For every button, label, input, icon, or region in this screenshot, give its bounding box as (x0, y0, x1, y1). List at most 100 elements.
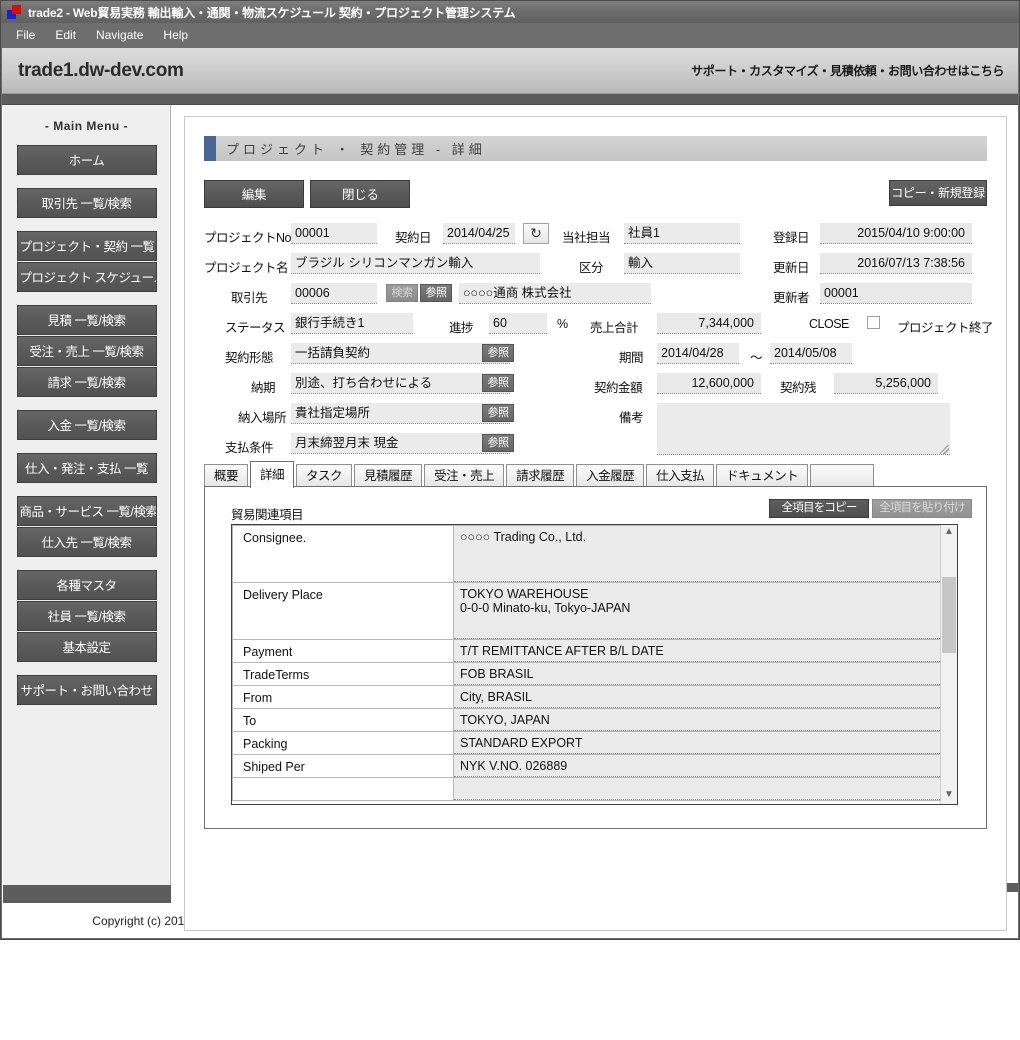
contract-date-label: 契約日 (395, 231, 432, 245)
tab-detail[interactable]: 詳細 (250, 461, 295, 488)
sidebar-item-basic-settings[interactable]: 基本設定 (16, 632, 157, 662)
period-label: 期間 (619, 351, 644, 365)
remarks-field[interactable] (657, 403, 950, 455)
table-row (232, 777, 941, 801)
period-to-field[interactable]: 2014/05/08 (770, 343, 852, 364)
registered-date-value: 2015/04/10 9:00:00 (820, 223, 972, 244)
delivery-place-field[interactable]: 貴社指定場所 (291, 403, 510, 424)
close-checkbox[interactable] (867, 316, 880, 329)
menu-file[interactable]: File (7, 25, 44, 45)
tab-quote-history[interactable]: 見積履歴 (354, 464, 423, 487)
sidebar-item-project-contract-list[interactable]: プロジェクト・契約 一覧 (16, 231, 157, 261)
row-key: Packing (232, 731, 454, 755)
copy-new-button[interactable]: コピー・新規登録 (889, 180, 987, 206)
client-reference-button[interactable]: 参照 (420, 284, 452, 302)
sidebar-title: - Main Menu - (44, 119, 129, 133)
delivery-place-reference-button[interactable]: 参照 (482, 404, 514, 422)
tab-order-sales[interactable]: 受注・売上 (424, 464, 505, 487)
sidebar-item-purchase-payment[interactable]: 仕入・発注・支払 一覧 (16, 453, 157, 483)
chevron-down-icon[interactable]: ▼ (941, 788, 957, 804)
period-from-field[interactable]: 2014/04/28 (657, 343, 739, 364)
updater-value: 00001 (820, 283, 972, 304)
sidebar-item-support[interactable]: サポート・お問い合わせ (16, 675, 157, 705)
row-value[interactable]: ○○○○ Trading Co., Ltd. (454, 526, 940, 582)
delivery-place-label: 納入場所 (238, 411, 287, 425)
status-field[interactable]: 銀行手続き1 (291, 313, 413, 334)
delivery-term-field[interactable]: 別途、打ち合わせによる (291, 373, 510, 394)
detail-form-panel: プロジェクト ・ 契約管理 - 詳細 編集 閉じる コピー・新規登録 プロジェク… (204, 136, 994, 919)
sidebar-group-products: 商品・サービス 一覧/検索 仕入先 一覧/検索 (3, 496, 170, 557)
project-name-field[interactable]: ブラジル シリコンマンガン輸入 (291, 253, 540, 274)
sidebar-group-sales: 見積 一覧/検索 受注・売上 一覧/検索 請求 一覧/検索 (3, 305, 170, 397)
close-button[interactable]: 閉じる (310, 180, 411, 208)
project-no-field[interactable]: 00001 (291, 223, 377, 244)
row-value[interactable]: FOB BRASIL (454, 663, 940, 685)
support-link[interactable]: サポート・カスタマイズ・見積依頼・お問い合わせはこちら (691, 62, 1004, 79)
detail-tab-panel: 貿易関連項目 全項目をコピー 全項目を貼り付け Consignee. ○○○○ … (204, 486, 987, 829)
client-code-field[interactable]: 00006 (291, 283, 377, 304)
progress-field[interactable]: 60 (489, 313, 547, 334)
menu-help[interactable]: Help (154, 25, 197, 45)
tab-task[interactable]: タスク (296, 464, 353, 487)
row-value[interactable]: TOKYO, JAPAN (454, 709, 940, 731)
table-scrollbar[interactable]: ▲ ▼ (940, 525, 957, 804)
staff-field[interactable]: 社員1 (624, 223, 740, 244)
row-value-cell: TOKYO WAREHOUSE 0-0-0 Minato-ku, Tokyo-J… (453, 582, 941, 640)
window-title: trade2 - Web貿易実務 輸出輸入・通関・物流スケジュール 契約・プロジ… (28, 5, 516, 20)
copy-all-button[interactable]: 全項目をコピー (769, 499, 869, 518)
row-value[interactable]: TOKYO WAREHOUSE 0-0-0 Minato-ku, Tokyo-J… (454, 583, 940, 639)
sidebar-item-receipts[interactable]: 入金 一覧/検索 (16, 410, 157, 440)
sidebar-group-projects: プロジェクト・契約 一覧 プロジェクト スケジュール (3, 231, 170, 292)
row-value[interactable]: NYK V.NO. 026889 (454, 755, 940, 777)
row-value[interactable]: T/T REMITTANCE AFTER B/L DATE (454, 640, 940, 662)
table-row: TradeTerms FOB BRASIL (232, 662, 941, 686)
sidebar-item-masters[interactable]: 各種マスタ (16, 570, 157, 600)
delivery-term-reference-button[interactable]: 参照 (482, 374, 514, 392)
contract-type-field[interactable]: 一括請負契約 (291, 343, 510, 364)
sidebar-item-employees[interactable]: 社員 一覧/検索 (16, 601, 157, 631)
registered-date-label: 登録日 (773, 231, 810, 245)
close-label: CLOSE (809, 317, 849, 331)
sidebar-group-support: サポート・お問い合わせ (3, 675, 170, 705)
category-field[interactable]: 輸入 (624, 253, 740, 274)
tab-receipt-history[interactable]: 入金履歴 (576, 464, 645, 487)
row-key: Shiped Per (232, 754, 454, 778)
updated-date-value: 2016/07/13 7:38:56 (820, 253, 972, 274)
application-window: trade2 - Web貿易実務 輸出輸入・通関・物流スケジュール 契約・プロジ… (0, 0, 1020, 940)
updated-date-label: 更新日 (773, 261, 810, 275)
row-value[interactable]: City, BRASIL (454, 686, 940, 708)
contract-balance-label: 契約残 (780, 381, 817, 395)
tab-invoice-history[interactable]: 請求履歴 (506, 464, 575, 487)
paste-all-button[interactable]: 全項目を貼り付け (872, 499, 972, 518)
tab-overview[interactable]: 概要 (204, 464, 249, 487)
sidebar-item-home[interactable]: ホーム (16, 145, 157, 175)
sidebar-item-clients[interactable]: 取引先 一覧/検索 (16, 188, 157, 218)
sidebar-item-project-schedule[interactable]: プロジェクト スケジュール (16, 262, 157, 292)
row-key: Consignee. (232, 525, 454, 583)
client-search-button[interactable]: 検索 (386, 284, 418, 302)
sidebar-item-orders-sales[interactable]: 受注・売上 一覧/検索 (16, 336, 157, 366)
refresh-icon[interactable]: ↻ (523, 223, 549, 244)
sidebar-item-invoices[interactable]: 請求 一覧/検索 (16, 367, 157, 397)
app-logo-icon (7, 5, 22, 19)
sidebar-item-quotes[interactable]: 見積 一覧/検索 (16, 305, 157, 335)
sidebar-item-products-services[interactable]: 商品・サービス 一覧/検索 (16, 496, 157, 526)
row-key: To (232, 708, 454, 732)
row-value[interactable]: STANDARD EXPORT (454, 732, 940, 754)
tab-purchase-payment[interactable]: 仕入支払 (646, 464, 715, 487)
scrollbar-thumb[interactable] (942, 577, 956, 653)
tab-bar: 概要 詳細 タスク 見積履歴 受注・売上 請求履歴 入金履歴 仕入支払 ドキュメ… (204, 461, 987, 488)
sidebar-item-suppliers[interactable]: 仕入先 一覧/検索 (16, 527, 157, 557)
tab-document[interactable]: ドキュメント (716, 464, 809, 487)
menu-edit[interactable]: Edit (46, 25, 85, 45)
table-row: Payment T/T REMITTANCE AFTER B/L DATE (232, 639, 941, 663)
payment-terms-field[interactable]: 月末締翌月末 現金 (291, 433, 510, 454)
project-name-label: プロジェクト名 (204, 261, 289, 275)
row-value[interactable] (454, 778, 940, 800)
chevron-up-icon[interactable]: ▲ (941, 525, 957, 541)
menu-navigate[interactable]: Navigate (87, 25, 152, 45)
contract-date-field[interactable]: 2014/04/25 (443, 223, 515, 244)
edit-button[interactable]: 編集 (204, 180, 304, 208)
payment-terms-reference-button[interactable]: 参照 (482, 434, 514, 452)
contract-type-reference-button[interactable]: 参照 (482, 344, 514, 362)
